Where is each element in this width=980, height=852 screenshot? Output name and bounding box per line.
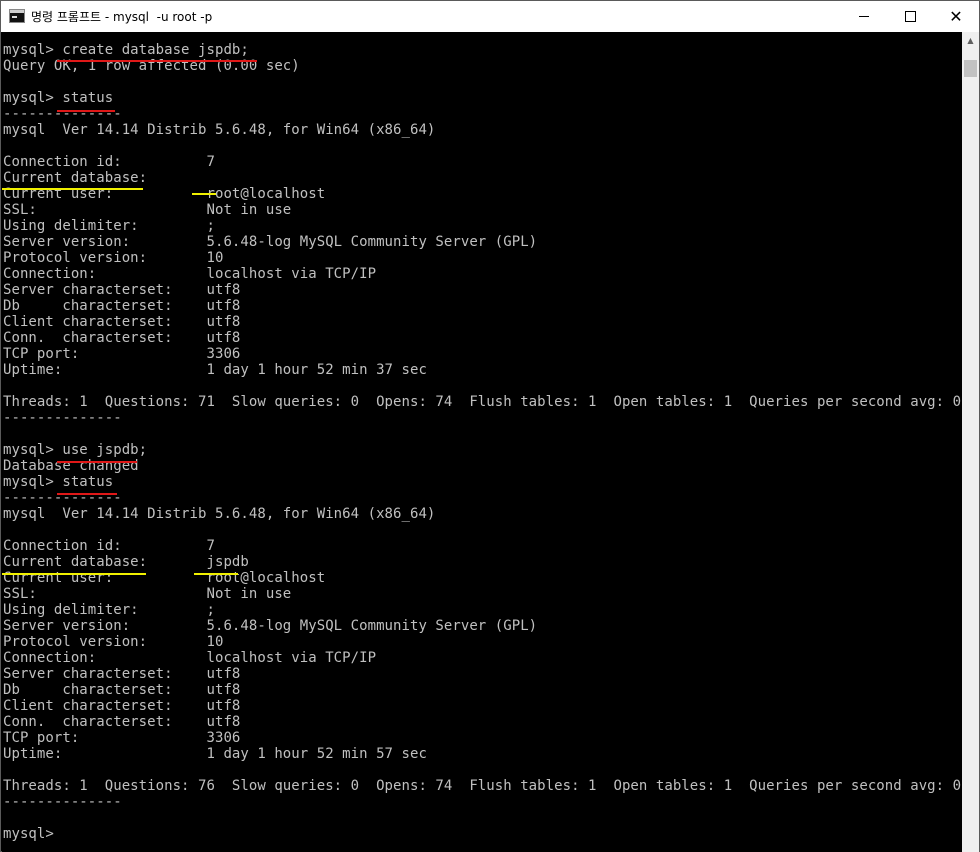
close-icon: ✕ <box>949 6 963 26</box>
console-line: Protocol version: 10 <box>3 250 224 266</box>
console-line: mysql Ver 14.14 Distrib 5.6.48, for Win6… <box>3 506 436 522</box>
console-line: Db characterset: utf8 <box>3 682 241 698</box>
scroll-thumb[interactable] <box>964 60 977 77</box>
console-line: Using delimiter: ; <box>3 218 215 234</box>
console-line: mysql> <box>3 826 63 842</box>
console-line: Threads: 1 Questions: 71 Slow queries: 0… <box>3 394 962 410</box>
console-line: mysql> create database jspdb; <box>3 42 249 58</box>
red-underline-annotation <box>57 110 115 112</box>
console-line: Connection: localhost via TCP/IP <box>3 650 377 666</box>
console-output[interactable]: mysql> create database jspdb; Query OK, 1… <box>2 32 962 852</box>
console-line: TCP port: 3306 <box>3 730 241 746</box>
command-prompt-window: 명령 프롬프트 - mysql -u root -p ✕ mysql> crea… <box>0 0 980 852</box>
red-underline-annotation <box>57 493 117 495</box>
console-line: Client characterset: utf8 <box>3 698 241 714</box>
console-line: SSL: Not in use <box>3 586 292 602</box>
yellow-underline-annotation <box>192 193 216 195</box>
console-line: mysql Ver 14.14 Distrib 5.6.48, for Win6… <box>3 122 436 138</box>
yellow-underline-annotation <box>194 573 238 575</box>
console-line: -------------- <box>3 410 122 426</box>
window-title: 명령 프롬프트 - mysql -u root -p <box>31 10 213 24</box>
console-line: Protocol version: 10 <box>3 634 224 650</box>
console-line: -------------- <box>3 106 122 122</box>
red-underline-annotation <box>57 60 257 62</box>
yellow-underline-annotation <box>2 188 143 190</box>
console-line: -------------- <box>3 794 122 810</box>
console-line: TCP port: 3306 <box>3 346 241 362</box>
red-underline-annotation <box>57 461 137 463</box>
maximize-icon <box>904 11 916 22</box>
console-line: Current database: jspdb <box>3 554 249 570</box>
vertical-scrollbar[interactable]: ▲ <box>962 32 979 852</box>
minimize-button[interactable] <box>841 1 887 32</box>
console-line: Connection: localhost via TCP/IP <box>3 266 377 282</box>
console-line: SSL: Not in use <box>3 202 292 218</box>
console-line: Connection id: 7 <box>3 154 215 170</box>
console-line: Server characterset: utf8 <box>3 666 241 682</box>
scroll-up-arrow-icon[interactable]: ▲ <box>962 32 979 49</box>
console-line: Client characterset: utf8 <box>3 314 241 330</box>
maximize-button[interactable] <box>887 1 933 32</box>
console-line: Db characterset: utf8 <box>3 298 241 314</box>
cmd-icon[interactable] <box>9 9 25 23</box>
console-line: mysql> use jspdb; <box>3 442 148 458</box>
console-line: Uptime: 1 day 1 hour 52 min 37 sec <box>3 362 427 378</box>
yellow-underline-annotation <box>2 573 146 575</box>
console-line: Current database: <box>3 170 148 186</box>
console-line: Conn. characterset: utf8 <box>3 330 241 346</box>
title-bar[interactable]: 명령 프롬프트 - mysql -u root -p ✕ <box>1 1 979 32</box>
console-line: mysql> status <box>3 474 114 490</box>
close-button[interactable]: ✕ <box>933 1 979 32</box>
console-line: mysql> status <box>3 90 114 106</box>
console-line: Server version: 5.6.48-log MySQL Communi… <box>3 234 538 250</box>
console-line: Server characterset: utf8 <box>3 282 241 298</box>
console-line: Threads: 1 Questions: 76 Slow queries: 0… <box>3 778 962 794</box>
console-line: Connection id: 7 <box>3 538 215 554</box>
console-line: Server version: 5.6.48-log MySQL Communi… <box>3 618 538 634</box>
minimize-icon <box>859 16 869 17</box>
console-line: Uptime: 1 day 1 hour 52 min 57 sec <box>3 746 427 762</box>
console-line: Conn. characterset: utf8 <box>3 714 241 730</box>
console-line: Using delimiter: ; <box>3 602 215 618</box>
